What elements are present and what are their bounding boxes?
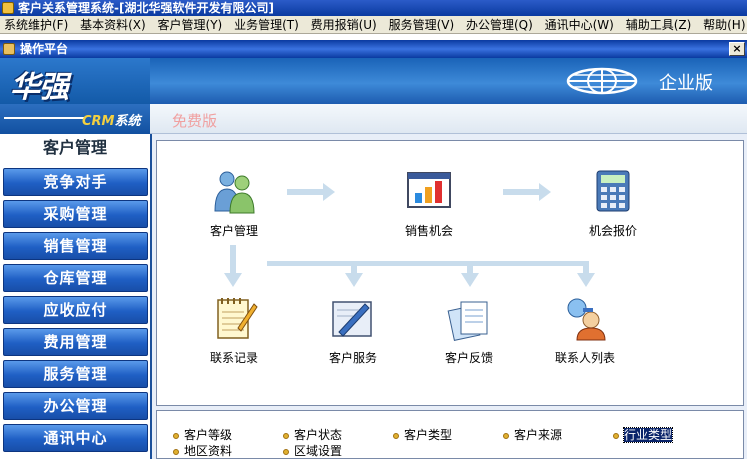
menu-help[interactable]: 帮助(H) <box>699 16 747 33</box>
node-customer-feedback[interactable]: 客户反馈 <box>429 294 509 366</box>
quick-links-panel: 客户等级 客户状态 客户类型 客户来源 行业类型 地区资料 区域设置 <box>156 410 744 459</box>
globe-icon <box>566 67 638 95</box>
logo-area: 华强 <box>0 58 150 104</box>
sidebar-item-receivables[interactable]: 应收应付 <box>3 296 148 324</box>
node-quote[interactable]: 机会报价 <box>573 167 653 239</box>
menu-expense[interactable]: 费用报销(U) <box>307 16 381 33</box>
crm-label-suffix: 系统 <box>114 114 141 129</box>
node-label: 客户服务 <box>328 351 377 365</box>
sidebar-item-competitors[interactable]: 竞争对手 <box>3 168 148 196</box>
node-customer-mgmt[interactable]: 客户管理 <box>194 167 274 239</box>
node-label: 客户管理 <box>209 224 258 238</box>
menu-system[interactable]: 系统维护(F) <box>0 16 72 33</box>
menu-customer[interactable]: 客户管理(Y) <box>154 16 227 33</box>
bullet-icon <box>393 432 399 439</box>
app-title-bar: 客户关系管理系统-[湖北华强软件开发有限公司] <box>0 0 747 16</box>
sidebar-item-purchase[interactable]: 采购管理 <box>3 200 148 228</box>
free-edition-label: 免费版 <box>172 112 218 130</box>
logo: 华强 <box>10 70 69 104</box>
link-customer-level[interactable]: 客户等级 <box>173 426 232 443</box>
sidebar-item-comm[interactable]: 通讯中心 <box>3 424 148 452</box>
crm-label-prefix: CRM <box>82 114 115 129</box>
main-area: 客户管理 销售机会 机会报价 联系记录 客户服务 客户反馈 联系人列表 客户等级… <box>152 134 747 459</box>
node-customer-service[interactable]: 客户服务 <box>313 294 393 366</box>
banner: 华强 企业版 <box>0 58 747 104</box>
child-window-caption: 操作平台 × <box>0 40 747 58</box>
notepad-icon <box>217 298 258 339</box>
menu-service[interactable]: 服务管理(V) <box>385 16 459 33</box>
link-region-data[interactable]: 地区资料 <box>173 442 232 459</box>
sidebar-item-sales[interactable]: 销售管理 <box>3 232 148 260</box>
menu-tools[interactable]: 辅助工具(Z) <box>622 16 696 33</box>
link-industry-type[interactable]: 行业类型 <box>613 426 674 443</box>
link-customer-status[interactable]: 客户状态 <box>283 426 342 443</box>
contacts-icon <box>567 298 606 341</box>
crm-line <box>4 117 84 119</box>
bullet-icon <box>283 432 289 439</box>
crm-tag: CRM系统 <box>0 104 150 134</box>
link-customer-type[interactable]: 客户类型 <box>393 426 452 443</box>
sidebar: 客户管理 竞争对手 采购管理 销售管理 仓库管理 应收应付 费用管理 服务管理 … <box>0 134 152 459</box>
node-contact-list[interactable]: 联系人列表 <box>545 294 625 366</box>
child-window-title: 操作平台 <box>20 42 69 56</box>
node-label: 客户反馈 <box>444 351 493 365</box>
sidebar-item-office[interactable]: 办公管理 <box>3 392 148 420</box>
pen-board-icon <box>332 301 372 337</box>
people-icon <box>214 171 255 214</box>
menu-office[interactable]: 办公管理(Q) <box>462 16 537 33</box>
app-icon <box>2 2 14 14</box>
bullet-icon <box>503 432 509 439</box>
menu-business[interactable]: 业务管理(T) <box>230 16 303 33</box>
flow-panel: 客户管理 销售机会 机会报价 联系记录 客户服务 客户反馈 联系人列表 <box>156 140 744 406</box>
window-icon <box>3 43 15 55</box>
bullet-icon <box>173 432 179 439</box>
link-area-settings[interactable]: 区域设置 <box>283 442 342 459</box>
crm-label: CRM系统 <box>82 110 141 129</box>
menu-bar: 系统维护(F) 基本资料(X) 客户管理(Y) 业务管理(T) 费用报销(U) … <box>0 16 747 34</box>
sidebar-item-service[interactable]: 服务管理 <box>3 360 148 388</box>
bullet-icon <box>173 448 179 455</box>
node-label: 联系记录 <box>209 351 258 365</box>
node-label: 联系人列表 <box>554 351 615 365</box>
node-label: 销售机会 <box>404 224 453 238</box>
node-contact-record[interactable]: 联系记录 <box>194 294 274 366</box>
sidebar-header[interactable]: 客户管理 <box>0 134 150 162</box>
node-sales-opportunity[interactable]: 销售机会 <box>389 167 469 239</box>
edition-label: 企业版 <box>659 73 713 94</box>
documents-icon <box>447 301 488 341</box>
node-label: 机会报价 <box>588 224 637 238</box>
calculator-icon <box>596 170 630 212</box>
menu-basic-data[interactable]: 基本资料(X) <box>76 16 150 33</box>
bullet-icon <box>613 432 619 439</box>
sidebar-item-expenses[interactable]: 费用管理 <box>3 328 148 356</box>
close-button[interactable]: × <box>729 42 745 56</box>
link-customer-source[interactable]: 客户来源 <box>503 426 562 443</box>
sidebar-item-warehouse[interactable]: 仓库管理 <box>3 264 148 292</box>
bar-chart-icon <box>407 172 451 208</box>
app-title: 客户关系管理系统-[湖北华强软件开发有限公司] <box>18 1 274 15</box>
crm-strip: CRM系统 免费版 <box>0 104 747 134</box>
bullet-icon <box>283 448 289 455</box>
menu-comm[interactable]: 通讯中心(W) <box>541 16 618 33</box>
